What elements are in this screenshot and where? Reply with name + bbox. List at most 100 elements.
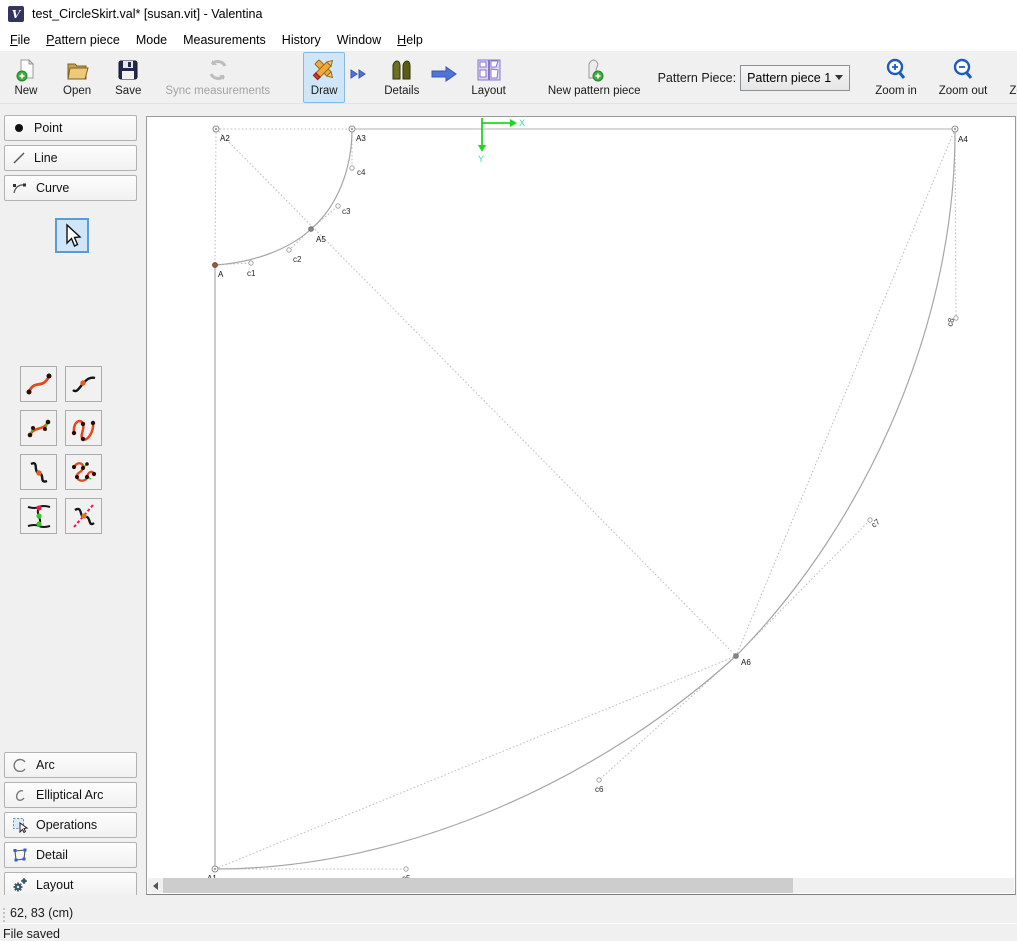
gear-icon xyxy=(12,877,28,893)
draw-pencils-icon xyxy=(310,57,338,83)
scrollbar-thumb[interactable] xyxy=(163,878,793,893)
menu-pattern-piece[interactable]: Pattern piece xyxy=(38,30,128,50)
save-button-label: Save xyxy=(115,85,141,97)
app-icon: V xyxy=(8,6,24,22)
draw-mode-label: Draw xyxy=(311,85,338,97)
group-detail-label: Detail xyxy=(36,848,68,862)
details-mode-button[interactable]: Details xyxy=(377,52,426,103)
tool-spline-control-points[interactable] xyxy=(20,410,57,446)
group-elliptical-arc-button[interactable]: Elliptical Arc xyxy=(4,782,137,808)
svg-text:Y: Y xyxy=(478,154,484,164)
elliptical-arc-icon xyxy=(12,788,28,802)
line-icon xyxy=(12,151,26,165)
svg-text:c1: c1 xyxy=(247,269,256,278)
title-bar: V test_CircleSkirt.val* [susan.vit] - Va… xyxy=(0,0,1017,28)
zoom-out-label: Zoom out xyxy=(939,85,988,97)
point-icon xyxy=(12,121,26,135)
sync-measurements-button: Sync measurements xyxy=(158,52,277,103)
detail-icon xyxy=(12,847,28,863)
menu-help[interactable]: Help xyxy=(389,30,431,50)
save-button[interactable]: Save xyxy=(108,52,148,103)
menu-mode[interactable]: Mode xyxy=(128,30,175,50)
svg-text:A: A xyxy=(218,270,224,279)
new-button[interactable]: New xyxy=(6,52,46,103)
open-button-label: Open xyxy=(63,85,91,97)
svg-text:A2: A2 xyxy=(220,134,230,143)
curve-icon xyxy=(12,181,28,195)
group-detail-button[interactable]: Detail xyxy=(4,842,137,868)
status-message: File saved xyxy=(0,923,1017,941)
cursor-coordinates: 62, 83 (cm) xyxy=(10,906,73,920)
zoom-fit-best-button[interactable]: Zoom fit best xyxy=(1002,52,1017,103)
menu-history[interactable]: History xyxy=(274,30,329,50)
zoom-in-button[interactable]: Zoom in xyxy=(868,52,924,103)
svg-text:c4: c4 xyxy=(357,168,366,177)
new-pattern-piece-button[interactable]: New pattern piece xyxy=(541,52,648,103)
group-line-label: Line xyxy=(34,151,58,165)
zoom-in-label: Zoom in xyxy=(875,85,917,97)
scroll-left-button[interactable] xyxy=(148,878,163,893)
sync-icon xyxy=(205,57,231,83)
window-title: test_CircleSkirt.val* [susan.vit] - Vale… xyxy=(32,7,262,21)
menu-file[interactable]: File xyxy=(2,30,38,50)
operations-icon xyxy=(12,817,28,833)
details-pattern-icon xyxy=(389,57,415,83)
group-curve-button[interactable]: Curve xyxy=(4,175,137,201)
zoom-in-icon xyxy=(883,57,909,83)
draw-mode-button[interactable]: Draw xyxy=(303,52,345,103)
status-bar: 62, 83 (cm) File saved xyxy=(0,895,1017,941)
new-pattern-piece-icon xyxy=(581,57,607,83)
tool-point-on-spline-path[interactable] xyxy=(20,454,57,490)
svg-text:X: X xyxy=(519,118,525,128)
pattern-drawing: XYc1c2c3c4c5c6c7c8AA1A2A3A4A5A6 xyxy=(147,117,1017,896)
spline-control-points-icon xyxy=(25,414,53,442)
pattern-canvas[interactable]: XYc1c2c3c4c5c6c7c8AA1A2A3A4A5A6 xyxy=(146,116,1016,895)
svg-text:A5: A5 xyxy=(316,235,326,244)
open-folder-icon xyxy=(64,57,90,83)
cursor-arrow-icon xyxy=(61,223,83,249)
sync-measurements-label: Sync measurements xyxy=(165,85,270,97)
new-pattern-piece-label: New pattern piece xyxy=(548,85,641,97)
tool-spline-path-control-points[interactable] xyxy=(65,454,102,490)
pattern-piece-select[interactable]: Pattern piece 1 xyxy=(740,65,850,91)
horizontal-scrollbar[interactable] xyxy=(148,878,1014,893)
details-to-layout-arrow-icon xyxy=(426,44,464,103)
arc-icon xyxy=(12,758,28,772)
zoom-out-button[interactable]: Zoom out xyxy=(932,52,995,103)
tool-sidebar: Point Line Curve xyxy=(0,104,146,895)
group-elliptical-arc-label: Elliptical Arc xyxy=(36,788,103,802)
select-pointer-tool[interactable] xyxy=(55,218,89,253)
point-on-curve-icon xyxy=(70,370,98,398)
tool-spline-path[interactable] xyxy=(65,410,102,446)
layout-mode-label: Layout xyxy=(471,85,506,97)
menu-measurements[interactable]: Measurements xyxy=(175,30,274,50)
tool-point-on-curve[interactable] xyxy=(65,366,102,402)
group-point-button[interactable]: Point xyxy=(4,115,137,141)
svg-text:A3: A3 xyxy=(356,134,366,143)
svg-text:c3: c3 xyxy=(342,207,351,216)
group-arc-button[interactable]: Arc xyxy=(4,752,137,778)
toolbar: New Open Save Syn xyxy=(0,52,1017,104)
tool-curve-intersect-axis[interactable] xyxy=(65,498,102,534)
group-operations-button[interactable]: Operations xyxy=(4,812,137,838)
group-line-button[interactable]: Line xyxy=(4,145,137,171)
tool-spline[interactable] xyxy=(20,366,57,402)
new-file-icon xyxy=(13,57,39,83)
chevron-down-icon xyxy=(835,75,843,80)
curve-intersect-axis-icon xyxy=(70,502,98,530)
group-curve-label: Curve xyxy=(36,181,69,195)
group-operations-label: Operations xyxy=(36,818,97,832)
intersect-curves-icon xyxy=(25,502,53,530)
valentina-window: V test_CircleSkirt.val* [susan.vit] - Va… xyxy=(0,0,1017,941)
svg-text:c2: c2 xyxy=(293,255,302,264)
details-mode-label: Details xyxy=(384,85,419,97)
svg-text:A4: A4 xyxy=(958,135,968,144)
save-icon xyxy=(115,57,141,83)
layout-mode-button[interactable]: Layout xyxy=(464,52,513,103)
tool-intersect-curves[interactable] xyxy=(20,498,57,534)
open-button[interactable]: Open xyxy=(56,52,98,103)
spline-path-icon xyxy=(70,414,98,442)
group-arc-label: Arc xyxy=(36,758,55,772)
scroll-left-icon xyxy=(153,882,158,890)
group-layout-label: Layout xyxy=(36,878,74,892)
